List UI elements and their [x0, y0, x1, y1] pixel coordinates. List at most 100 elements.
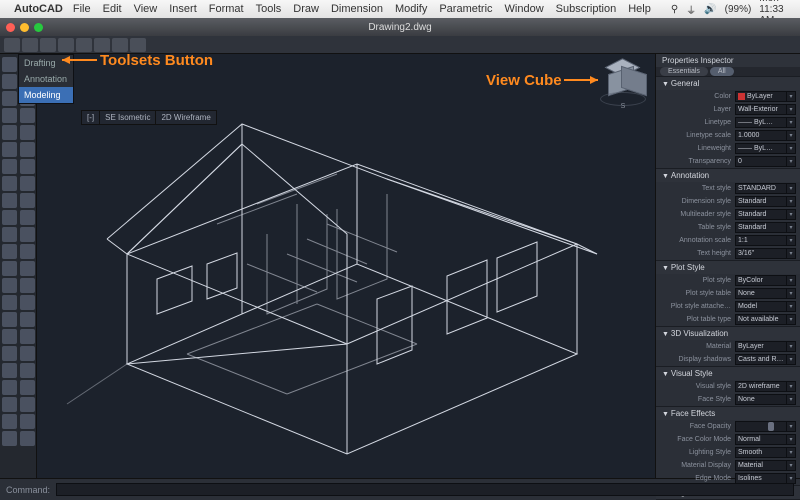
tool-icon[interactable]: [20, 227, 35, 242]
command-input[interactable]: [56, 483, 794, 496]
tool-icon[interactable]: [2, 414, 17, 429]
top-tool-icon[interactable]: [130, 38, 146, 52]
tab-all[interactable]: All: [710, 67, 734, 76]
chevron-down-icon[interactable]: ▾: [787, 117, 796, 128]
tool-icon[interactable]: [2, 278, 17, 293]
top-tool-icon[interactable]: [94, 38, 110, 52]
property-value[interactable]: 0: [735, 156, 787, 167]
tool-icon[interactable]: [2, 363, 17, 378]
tool-icon[interactable]: [20, 278, 35, 293]
tool-icon[interactable]: [20, 363, 35, 378]
tool-icon[interactable]: [20, 346, 35, 361]
tool-icon[interactable]: [20, 312, 35, 327]
toolset-modeling[interactable]: Modeling: [19, 87, 73, 103]
chevron-down-icon[interactable]: ▾: [787, 156, 796, 167]
property-value[interactable]: Material: [735, 460, 787, 471]
section-viz[interactable]: 3D Visualization: [656, 327, 800, 340]
property-value[interactable]: None: [735, 288, 787, 299]
spotlight-icon[interactable]: ⚲: [671, 4, 678, 15]
chevron-down-icon[interactable]: ▾: [787, 301, 796, 312]
tool-icon[interactable]: [2, 244, 17, 259]
chevron-down-icon[interactable]: ▾: [787, 447, 796, 458]
tool-icon[interactable]: [20, 108, 35, 123]
property-value[interactable]: Smooth: [735, 447, 787, 458]
tool-icon[interactable]: [2, 227, 17, 242]
zoom-button[interactable]: [34, 23, 43, 32]
tool-icon[interactable]: [2, 380, 17, 395]
chevron-down-icon[interactable]: ▾: [787, 183, 796, 194]
property-value[interactable]: ByLayer: [735, 91, 787, 102]
section-general[interactable]: General: [656, 77, 800, 90]
close-button[interactable]: [6, 23, 15, 32]
top-tool-icon[interactable]: [76, 38, 92, 52]
view-cube[interactable]: S: [599, 60, 647, 108]
tool-icon[interactable]: [2, 261, 17, 276]
tool-icon[interactable]: [20, 142, 35, 157]
tool-icon[interactable]: [20, 295, 35, 310]
property-value[interactable]: 1:1: [735, 235, 787, 246]
viewport-menu[interactable]: [-]: [82, 111, 100, 124]
top-tool-icon[interactable]: [58, 38, 74, 52]
chevron-down-icon[interactable]: ▾: [787, 354, 796, 365]
tool-icon[interactable]: [2, 193, 17, 208]
tool-icon[interactable]: [2, 431, 17, 446]
tool-icon[interactable]: [20, 414, 35, 429]
tool-icon[interactable]: [2, 397, 17, 412]
tool-icon[interactable]: [2, 176, 17, 191]
menu-subscription[interactable]: Subscription: [556, 3, 617, 15]
chevron-down-icon[interactable]: ▾: [787, 314, 796, 325]
property-value[interactable]: —— ByL…: [735, 117, 787, 128]
chevron-down-icon[interactable]: ▾: [787, 394, 796, 405]
menu-format[interactable]: Format: [209, 3, 244, 15]
tool-icon[interactable]: [2, 74, 17, 89]
property-value[interactable]: 1.0000: [735, 130, 787, 141]
tool-icon[interactable]: [20, 380, 35, 395]
top-tool-icon[interactable]: [22, 38, 38, 52]
section-face[interactable]: Face Effects: [656, 407, 800, 420]
property-value[interactable]: Casts and R…: [735, 354, 787, 365]
viewport-style[interactable]: 2D Wireframe: [156, 111, 215, 124]
top-tool-icon[interactable]: [4, 38, 20, 52]
menu-edit[interactable]: Edit: [103, 3, 122, 15]
property-value[interactable]: Standard: [735, 196, 787, 207]
property-value[interactable]: Not available: [735, 314, 787, 325]
property-value[interactable]: —— ByL…: [735, 143, 787, 154]
viewport-view[interactable]: SE Isometric: [100, 111, 156, 124]
tool-icon[interactable]: [2, 91, 17, 106]
tool-icon[interactable]: [2, 329, 17, 344]
section-annotation[interactable]: Annotation: [656, 169, 800, 182]
property-value[interactable]: Standard: [735, 222, 787, 233]
drawing-canvas[interactable]: [-] SE Isometric 2D Wireframe: [37, 54, 655, 478]
menu-draw[interactable]: Draw: [293, 3, 319, 15]
chevron-down-icon[interactable]: ▾: [787, 341, 796, 352]
chevron-down-icon[interactable]: ▾: [787, 275, 796, 286]
wifi-icon[interactable]: ⏚: [686, 2, 696, 17]
menu-file[interactable]: File: [73, 3, 91, 15]
property-value[interactable]: ByColor: [735, 275, 787, 286]
section-plot[interactable]: Plot Style: [656, 261, 800, 274]
tool-icon[interactable]: [2, 57, 17, 72]
minimize-button[interactable]: [20, 23, 29, 32]
chevron-down-icon[interactable]: ▾: [787, 196, 796, 207]
tool-icon[interactable]: [20, 431, 35, 446]
tool-icon[interactable]: [20, 125, 35, 140]
toolset-annotation[interactable]: Annotation: [19, 71, 73, 87]
property-value[interactable]: Standard: [735, 209, 787, 220]
tool-icon[interactable]: [2, 142, 17, 157]
property-value[interactable]: Wall-Exterior: [735, 104, 787, 115]
chevron-down-icon[interactable]: ▾: [787, 248, 796, 259]
menu-insert[interactable]: Insert: [169, 3, 197, 15]
tool-icon[interactable]: [2, 210, 17, 225]
property-value[interactable]: 2D wireframe: [735, 381, 787, 392]
chevron-down-icon[interactable]: ▾: [787, 130, 796, 141]
property-value[interactable]: Normal: [735, 434, 787, 445]
chevron-down-icon[interactable]: ▾: [787, 91, 796, 102]
menu-modify[interactable]: Modify: [395, 3, 427, 15]
app-name[interactable]: AutoCAD: [14, 3, 63, 15]
tool-icon[interactable]: [20, 244, 35, 259]
tool-icon[interactable]: [20, 193, 35, 208]
volume-icon[interactable]: 🔊: [704, 4, 716, 15]
property-value[interactable]: STANDARD: [735, 183, 787, 194]
property-slider[interactable]: [735, 421, 787, 432]
chevron-down-icon[interactable]: ▾: [787, 222, 796, 233]
